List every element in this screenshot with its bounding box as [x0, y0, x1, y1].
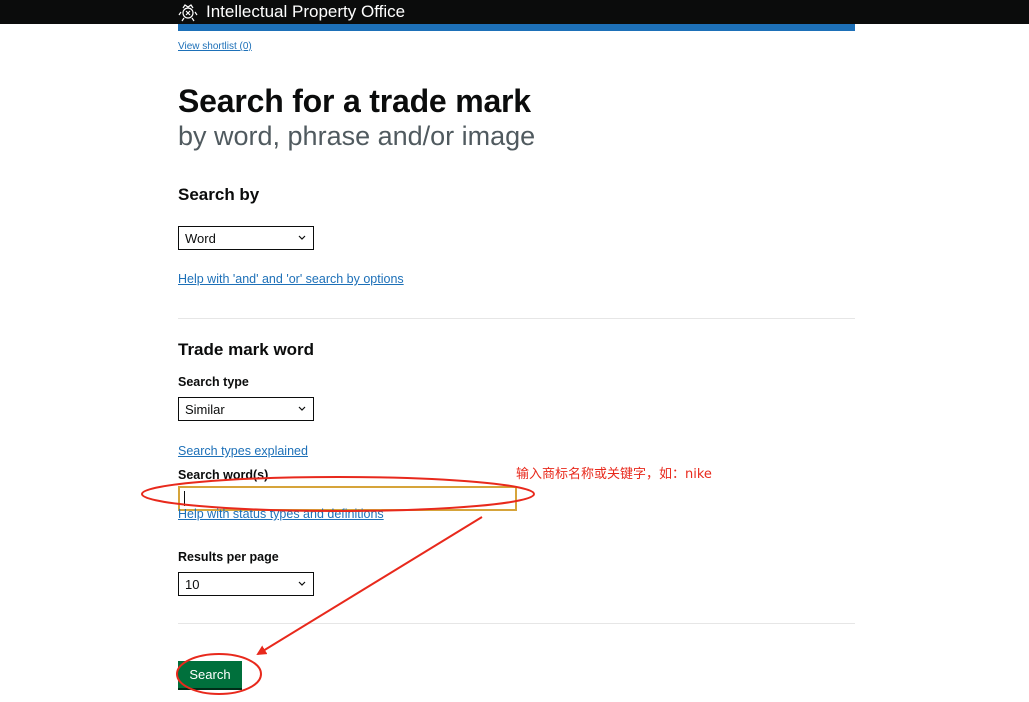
royal-crest-icon	[178, 4, 198, 22]
search-button[interactable]: Search	[178, 661, 242, 688]
chevron-down-icon	[298, 581, 306, 586]
results-per-page-select[interactable]: 10	[178, 572, 314, 596]
site-header: Intellectual Property Office	[0, 0, 1029, 24]
search-words-label: Search word(s)	[178, 468, 269, 482]
search-type-select[interactable]: Similar	[178, 397, 314, 421]
section-divider	[178, 318, 855, 319]
text-caret	[184, 491, 185, 506]
annotation-instruction-text: 输入商标名称或关键字，如：nike	[516, 467, 712, 482]
status-types-help-link[interactable]: Help with status types and definitions	[178, 507, 384, 521]
search-type-selected-value: Similar	[185, 401, 225, 417]
chevron-down-icon	[298, 235, 306, 240]
search-by-select[interactable]: Word	[178, 226, 314, 250]
org-name: Intellectual Property Office	[206, 2, 406, 21]
results-per-page-selected-value: 10	[185, 576, 200, 592]
page-subtitle: by word, phrase and/or image	[178, 121, 536, 151]
results-per-page-label: Results per page	[178, 550, 279, 564]
header-accent-bar	[178, 24, 855, 31]
and-or-help-link[interactable]: Help with 'and' and 'or' search by optio…	[178, 272, 404, 286]
search-by-heading: Search by	[178, 185, 260, 204]
section-divider	[178, 623, 855, 624]
trade-mark-word-heading: Trade mark word	[178, 340, 315, 359]
ipo-logo-link[interactable]: Intellectual Property Office	[178, 0, 405, 24]
view-shortlist-link[interactable]: View shortlist (0)	[178, 41, 252, 52]
page-title: Search for a trade mark	[178, 83, 531, 119]
search-type-label: Search type	[178, 375, 249, 389]
search-by-selected-value: Word	[185, 230, 216, 246]
search-types-explained-link[interactable]: Search types explained	[178, 444, 308, 458]
chevron-down-icon	[298, 406, 306, 411]
